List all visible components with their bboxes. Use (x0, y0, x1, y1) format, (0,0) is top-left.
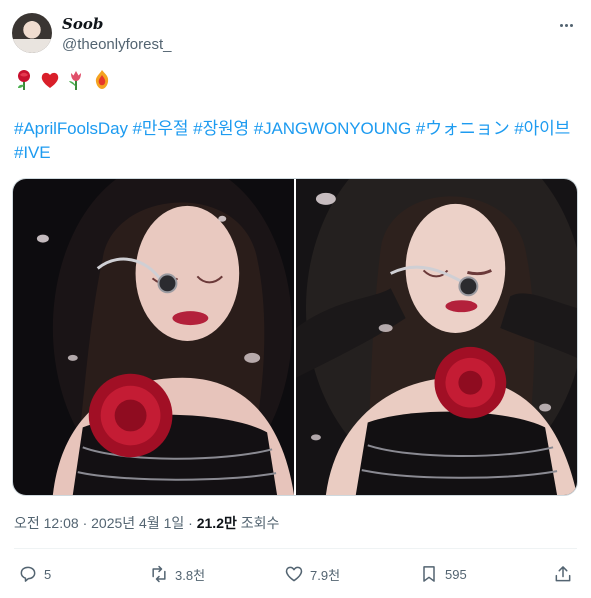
user-handle[interactable]: @theonlyforest_ (62, 36, 171, 53)
rose-emoji-icon (18, 70, 30, 90)
bookmark-button[interactable]: 595 (419, 560, 467, 588)
meta-separator: · (82, 515, 88, 531)
hashtag-link[interactable]: #ウォニョン (416, 119, 510, 138)
tweet-text: #AprilFoolsDay #만우절 #장원영 #JANGWONYOUNG #… (14, 117, 579, 165)
share-icon (555, 566, 571, 582)
hashtag-link[interactable]: #JANGWONYOUNG (254, 119, 411, 138)
share-button[interactable] (553, 560, 573, 588)
hashtag-link[interactable]: #만우절 (133, 119, 189, 138)
tweet-photo-1[interactable] (13, 179, 294, 495)
like-count: 7.9천 (310, 567, 341, 583)
meta-separator: · (188, 515, 193, 531)
fire-flower-icon (95, 70, 109, 89)
views-count: 21.2만 (196, 515, 237, 531)
divider (14, 548, 577, 549)
reply-icon (20, 566, 36, 582)
tulip-icon (69, 71, 81, 90)
hashtag-link[interactable]: #AprilFoolsDay (14, 119, 128, 138)
tweet-photo-2[interactable] (296, 179, 577, 495)
reply-count: 5 (44, 566, 52, 582)
tweet-timestamp: 오전 12:08 · 2025년 4월 1일 · 21.2만 조회수 (14, 513, 279, 533)
tweet-card: Soob @theonlyforest_ #AprilFoolsDay #만우절… (0, 0, 591, 598)
hashtag-link[interactable]: #아이브 (514, 119, 570, 138)
like-button[interactable]: 7.9천 (284, 560, 340, 588)
media-grid (12, 178, 578, 496)
views-label: 조회수 (240, 515, 280, 531)
repost-button[interactable]: 3.8천 (149, 560, 205, 588)
display-name[interactable]: Soob (62, 15, 103, 33)
emoji-row (14, 68, 112, 92)
bookmark-icon (423, 566, 435, 582)
red-heart-icon (41, 72, 59, 88)
post-date[interactable]: 2025년 4월 1일 (91, 515, 184, 531)
post-time[interactable]: 오전 12:08 (14, 515, 79, 531)
action-bar: 5 3.8천 7.9천 595 (14, 560, 577, 588)
repost-icon (152, 565, 166, 583)
reply-button[interactable]: 5 (18, 560, 51, 588)
bookmark-count: 595 (445, 566, 467, 582)
hashtag-link[interactable]: #IVE (14, 143, 51, 162)
hashtag-link[interactable]: #장원영 (193, 119, 249, 138)
repost-count: 3.8천 (175, 567, 206, 583)
avatar[interactable] (12, 13, 52, 53)
heart-icon (285, 566, 303, 582)
more-options-icon[interactable] (555, 16, 577, 34)
